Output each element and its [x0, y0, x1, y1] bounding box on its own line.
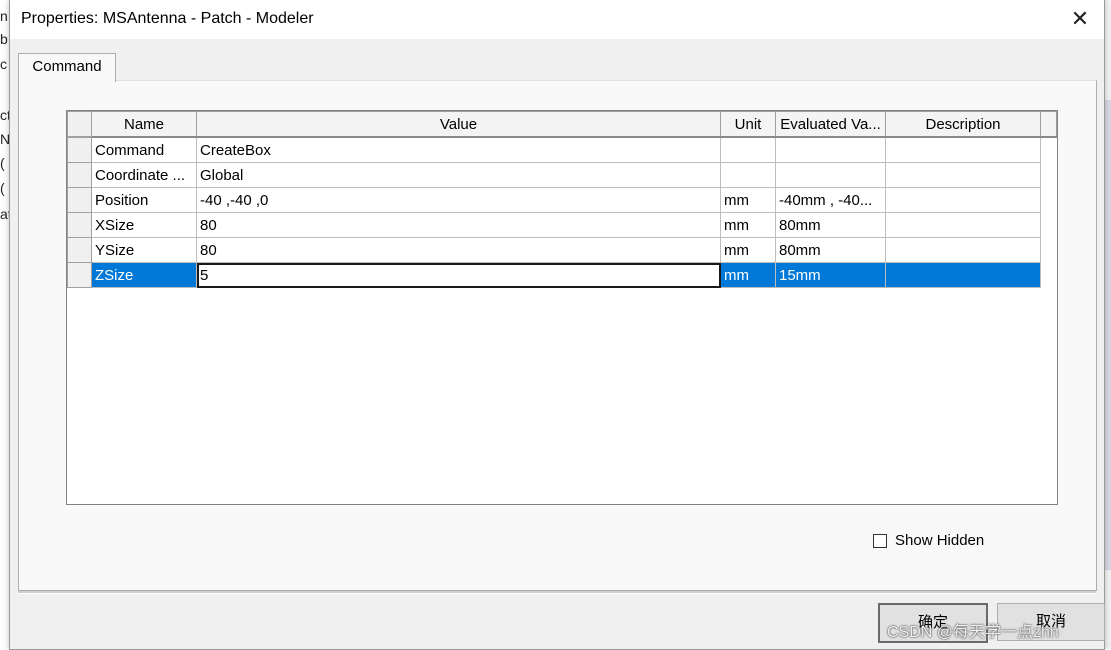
window-title: Properties: MSAntenna - Patch - Modeler — [21, 10, 314, 27]
show-hidden-checkbox[interactable] — [873, 533, 887, 548]
title-bar: Properties: MSAntenna - Patch - Modeler … — [10, 0, 1104, 39]
grid-corner-cell — [67, 111, 92, 138]
cell-value[interactable]: -40 ,-40 ,0 — [196, 187, 721, 213]
background-fragment: n — [0, 8, 8, 24]
background-fragment: ( — [0, 155, 5, 171]
cell-description[interactable] — [885, 262, 1041, 288]
column-header-description[interactable]: Description — [885, 111, 1041, 138]
background-graph-strip — [1105, 100, 1111, 570]
row-header[interactable] — [67, 187, 92, 213]
cell-evaluated[interactable]: 15mm — [775, 262, 886, 288]
cell-name[interactable]: ZSize — [91, 262, 197, 288]
button-separator — [18, 591, 1096, 594]
row-filler — [1040, 212, 1057, 238]
cell-evaluated[interactable] — [775, 162, 886, 188]
cell-name[interactable]: XSize — [91, 212, 197, 238]
background-fragment: c — [0, 56, 7, 72]
cell-unit[interactable]: mm — [720, 187, 776, 213]
cell-name[interactable]: Coordinate ... — [91, 162, 197, 188]
table-row-selected[interactable]: ZSize 5 mm 15mm — [67, 262, 1057, 288]
cell-description[interactable] — [885, 162, 1041, 188]
column-header-filler — [1040, 111, 1057, 138]
column-header-name[interactable]: Name — [91, 111, 197, 138]
table-row[interactable]: YSize 80 mm 80mm — [67, 237, 1057, 263]
row-header[interactable] — [67, 162, 92, 188]
cell-evaluated[interactable]: 80mm — [775, 237, 886, 263]
cell-description[interactable] — [885, 237, 1041, 263]
dialog-body: Command Name Value Unit Evaluated Va... — [10, 39, 1105, 649]
row-filler — [1040, 187, 1057, 213]
row-filler — [1040, 162, 1057, 188]
cell-description[interactable] — [885, 136, 1041, 163]
row-filler — [1040, 262, 1057, 288]
cell-name[interactable]: Position — [91, 187, 197, 213]
column-header-value[interactable]: Value — [196, 111, 721, 138]
row-filler — [1040, 237, 1057, 263]
close-button[interactable]: ✕ — [1058, 2, 1102, 36]
cell-unit[interactable] — [720, 136, 776, 163]
grid-header-row: Name Value Unit Evaluated Va... Descript… — [67, 111, 1057, 138]
table-row[interactable]: XSize 80 mm 80mm — [67, 212, 1057, 238]
row-header[interactable] — [67, 136, 92, 163]
properties-grid: Name Value Unit Evaluated Va... Descript… — [66, 110, 1058, 505]
cell-value[interactable]: 80 — [196, 212, 721, 238]
row-header[interactable] — [67, 237, 92, 263]
table-row[interactable]: Command CreateBox — [67, 136, 1057, 163]
table-row[interactable]: Coordinate ... Global — [67, 162, 1057, 188]
properties-dialog: Properties: MSAntenna - Patch - Modeler … — [9, 0, 1105, 650]
cell-description[interactable] — [885, 187, 1041, 213]
column-header-evaluated-value[interactable]: Evaluated Va... — [775, 111, 886, 138]
cell-unit[interactable] — [720, 162, 776, 188]
show-hidden-label: Show Hidden — [895, 532, 985, 549]
cell-description[interactable] — [885, 212, 1041, 238]
cell-name[interactable]: YSize — [91, 237, 197, 263]
watermark-text: CSDN @每天学一点zhn — [887, 624, 1059, 641]
cell-value[interactable]: Global — [196, 162, 721, 188]
column-header-unit[interactable]: Unit — [720, 111, 776, 138]
cell-unit[interactable]: mm — [720, 237, 776, 263]
cell-unit[interactable]: mm — [720, 262, 776, 288]
cell-name[interactable]: Command — [91, 136, 197, 163]
row-filler — [1040, 137, 1057, 163]
cell-value[interactable]: CreateBox — [196, 136, 721, 163]
cell-evaluated[interactable]: 80mm — [775, 212, 886, 238]
cell-unit[interactable]: mm — [720, 212, 776, 238]
cell-evaluated[interactable] — [775, 136, 886, 163]
tab-command[interactable]: Command — [18, 53, 116, 82]
close-icon: ✕ — [1070, 6, 1090, 31]
row-header[interactable] — [67, 262, 92, 288]
table-row[interactable]: Position -40 ,-40 ,0 mm -40mm , -40... — [67, 187, 1057, 213]
background-fragment: b — [0, 31, 8, 47]
row-header[interactable] — [67, 212, 92, 238]
background-fragment: ( — [0, 180, 5, 196]
cell-evaluated[interactable]: -40mm , -40... — [775, 187, 886, 213]
cell-value-editor[interactable]: 5 — [196, 262, 721, 288]
cell-value[interactable]: 80 — [196, 237, 721, 263]
show-hidden-option[interactable]: Show Hidden — [873, 532, 984, 549]
